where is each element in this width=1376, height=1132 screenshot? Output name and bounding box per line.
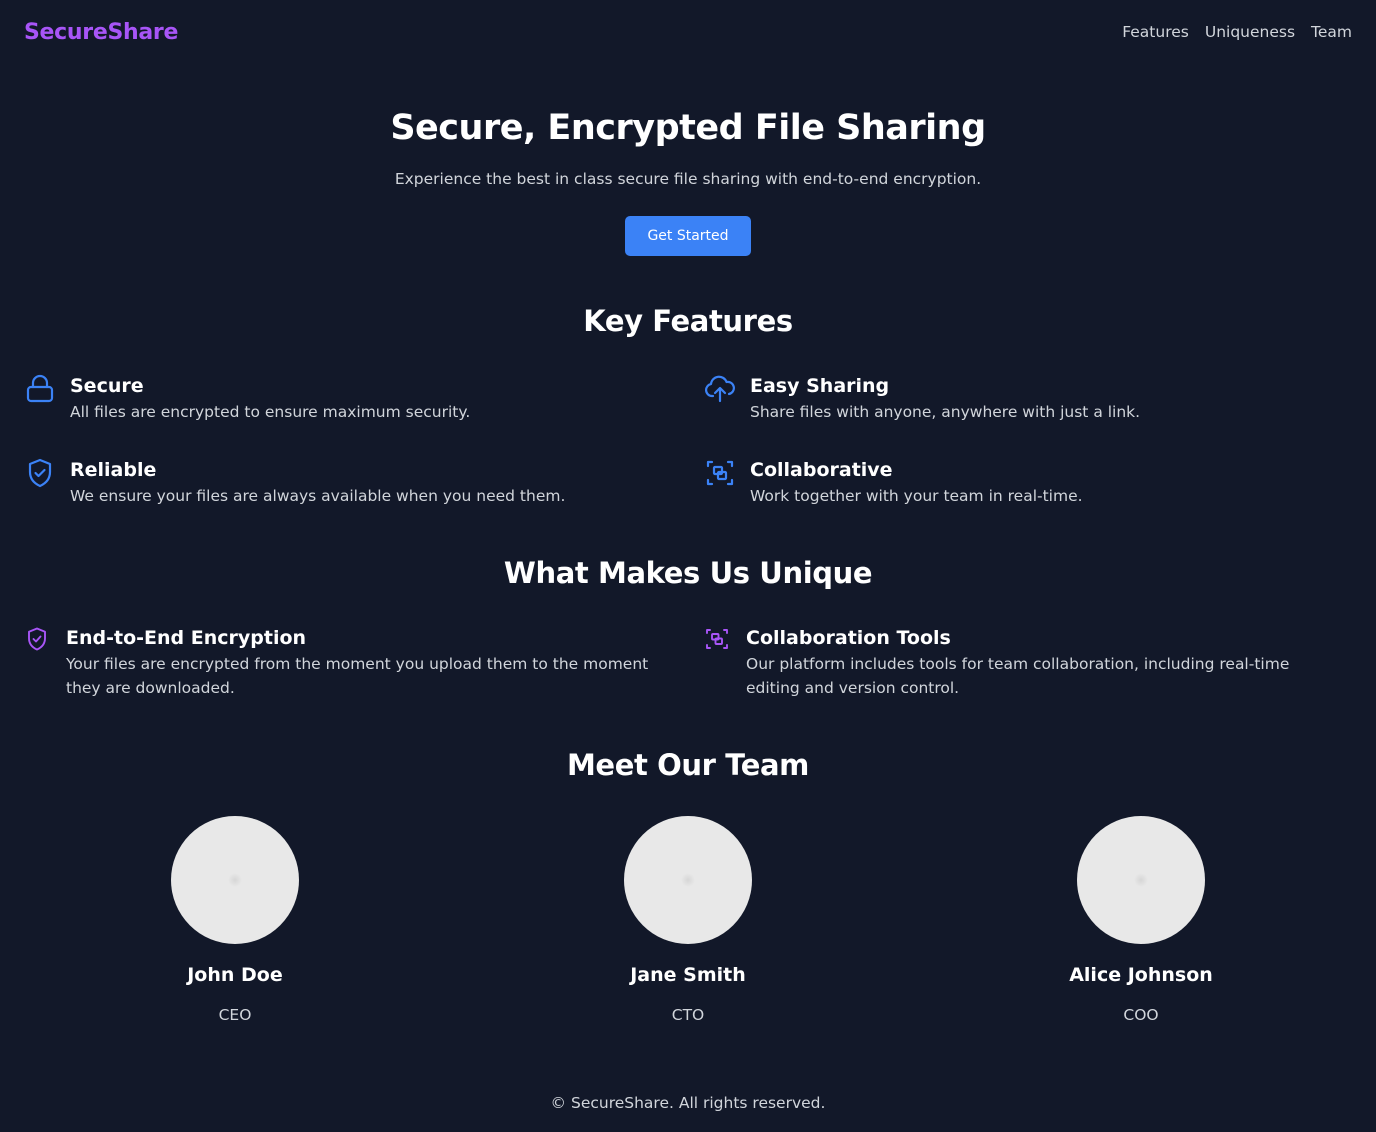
- member-name: Alice Johnson: [1069, 964, 1213, 986]
- member-name: Jane Smith: [630, 964, 746, 986]
- footer-copyright: © SecureShare. All rights reserved.: [550, 1094, 826, 1112]
- uniqueness-title: What Makes Us Unique: [503, 556, 873, 590]
- group-icon: [704, 626, 730, 652]
- group-icon: [704, 457, 736, 489]
- feature-desc: We ensure your files are always availabl…: [70, 487, 566, 505]
- member-role: COO: [1123, 1006, 1159, 1024]
- member-role: CTO: [671, 1006, 705, 1024]
- team-member-card: Jane Smith CTO: [558, 816, 818, 1024]
- member-name: John Doe: [187, 964, 283, 986]
- avatar: [624, 816, 752, 944]
- feature-collaborative: Collaborative Work together with your te…: [704, 458, 1344, 508]
- lock-icon: [24, 373, 56, 405]
- member-role: CEO: [218, 1006, 252, 1024]
- shield-check-icon: [24, 457, 56, 489]
- feature-easy-sharing: Easy Sharing Share files with anyone, an…: [704, 374, 1344, 424]
- feature-title: Collaborative: [750, 459, 893, 481]
- image-placeholder-icon: [228, 873, 242, 887]
- feature-desc: All files are encrypted to ensure maximu…: [70, 403, 471, 421]
- nav-links: Features Uniqueness Team: [1122, 23, 1352, 41]
- feature-title: Secure: [70, 375, 144, 397]
- avatar: [171, 816, 299, 944]
- feature-title: Easy Sharing: [750, 375, 890, 397]
- feature-desc: Work together with your team in real-tim…: [750, 487, 1083, 505]
- nav-link-features[interactable]: Features: [1122, 23, 1189, 41]
- hero-subtitle: Experience the best in class secure file…: [394, 170, 982, 188]
- nav-link-team[interactable]: Team: [1311, 23, 1352, 41]
- unique-title: Collaboration Tools: [746, 627, 951, 649]
- unique-collaboration-tools: Collaboration Tools Our platform include…: [704, 626, 1344, 700]
- feature-secure: Secure All files are encrypted to ensure…: [24, 374, 664, 424]
- brand-logo[interactable]: SecureShare: [24, 20, 178, 45]
- feature-reliable: Reliable We ensure your files are always…: [24, 458, 664, 508]
- get-started-button[interactable]: Get Started: [625, 216, 751, 256]
- image-placeholder-icon: [1134, 873, 1148, 887]
- feature-desc: Share files with anyone, anywhere with j…: [750, 403, 1141, 421]
- shield-check-icon: [24, 626, 50, 652]
- team-member-card: John Doe CEO: [105, 816, 365, 1024]
- hero-title: Secure, Encrypted File Sharing: [390, 108, 986, 148]
- image-placeholder-icon: [681, 873, 695, 887]
- top-nav: SecureShare Features Uniqueness Team: [24, 14, 1352, 50]
- feature-title: Reliable: [70, 459, 157, 481]
- unique-desc: Your files are encrypted from the moment…: [66, 655, 649, 697]
- unique-title: End-to-End Encryption: [66, 627, 307, 649]
- nav-link-uniqueness[interactable]: Uniqueness: [1205, 23, 1295, 41]
- team-member-card: Alice Johnson COO: [1011, 816, 1271, 1024]
- page: SecureShare Features Uniqueness Team Sec…: [0, 0, 1376, 1132]
- team-title: Meet Our Team: [566, 748, 810, 782]
- cloud-upload-icon: [704, 373, 736, 405]
- unique-desc: Our platform includes tools for team col…: [746, 655, 1290, 697]
- avatar: [1077, 816, 1205, 944]
- unique-encryption: End-to-End Encryption Your files are enc…: [24, 626, 674, 700]
- features-title: Key Features: [583, 304, 793, 338]
